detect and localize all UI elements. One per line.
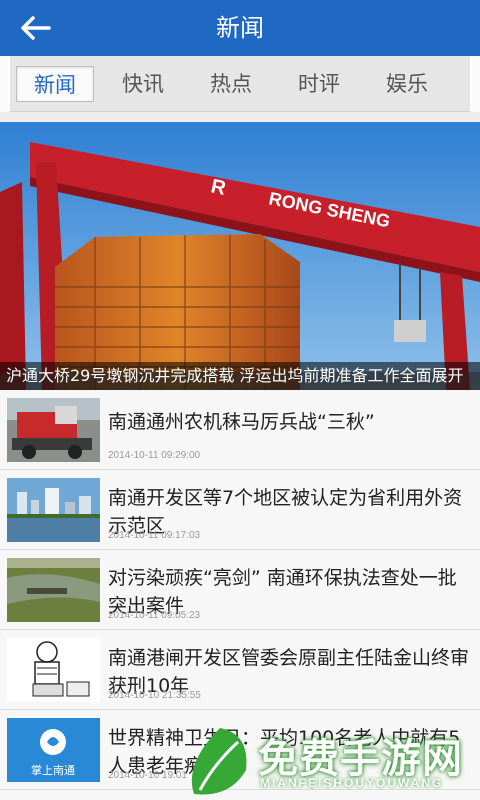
top-app-bar: 新闻 xyxy=(0,0,480,56)
list-item[interactable]: 南通通州农机秣马厉兵战“三秋” 2014-10-11 09:29:00 xyxy=(0,390,480,470)
news-thumbnail xyxy=(7,478,100,542)
category-tab-bar: 新闻 快讯 热点 时评 娱乐 xyxy=(0,56,480,112)
featured-news-image: R RONG SHENG xyxy=(0,122,480,390)
news-thumbnail xyxy=(7,558,100,622)
page-title: 新闻 xyxy=(216,14,264,42)
tab-flash[interactable]: 快讯 xyxy=(104,66,182,102)
cartoon-thumbnail-image xyxy=(7,638,100,702)
tab-commentary[interactable]: 时评 xyxy=(280,66,358,102)
city-skyline-thumbnail-image xyxy=(7,478,100,542)
news-thumbnail xyxy=(7,638,100,702)
news-thumbnail xyxy=(7,398,100,462)
featured-news-caption: 沪通大桥29号墩钢沉井完成搭载 浮运出坞前期准备工作全面展开 xyxy=(0,362,480,390)
news-time: 2014-10-11 09:29:00 xyxy=(108,450,201,461)
news-title: 南通通州农机秣马厉兵战“三秋” xyxy=(108,411,375,433)
river-thumbnail-image xyxy=(7,558,100,622)
tab-hot[interactable]: 热点 xyxy=(192,66,270,102)
featured-news-banner[interactable]: R RONG SHENG 沪通大桥29号墩钢沉井完成搭载 浮运出坞前期准备工作全… xyxy=(0,122,480,390)
harvester-thumbnail-image xyxy=(7,398,100,462)
thumb-app-name: 掌上南通 xyxy=(31,763,75,777)
app-logo-thumbnail-image: 掌上南通 xyxy=(7,718,100,782)
news-time: 2014-10-11 09:17:03 xyxy=(108,530,201,541)
tabbar-edge-right xyxy=(470,56,480,112)
list-item[interactable]: 南通港闸开发区管委会原副主任陆金山终审获刑10年 2014-10-10 21:3… xyxy=(0,630,480,710)
news-list: 南通通州农机秣马厉兵战“三秋” 2014-10-11 09:29:00 南通开发… xyxy=(0,390,480,800)
tab-entertainment[interactable]: 娱乐 xyxy=(368,66,446,102)
news-thumbnail: 掌上南通 xyxy=(7,718,100,782)
list-item[interactable]: 对污染顽疾“亮剑” 南通环保执法查处一批突出案件 2014-10-11 09:0… xyxy=(0,550,480,630)
news-time: 2014-10-10 19:01 xyxy=(108,770,187,781)
list-item[interactable]: 掌上南通 世界精神卫生日：平均100名老人中就有5人患老年痴呆 2014-10-… xyxy=(0,710,480,790)
tab-news[interactable]: 新闻 xyxy=(16,66,94,102)
list-item[interactable]: 南通开发区等7个地区被认定为省利用外资示范区 2014-10-11 09:17:… xyxy=(0,470,480,550)
news-time: 2014-10-10 21:35:55 xyxy=(108,690,201,701)
news-time: 2014-10-11 09:05:23 xyxy=(108,610,201,621)
tabbar-edge-left xyxy=(0,56,10,112)
